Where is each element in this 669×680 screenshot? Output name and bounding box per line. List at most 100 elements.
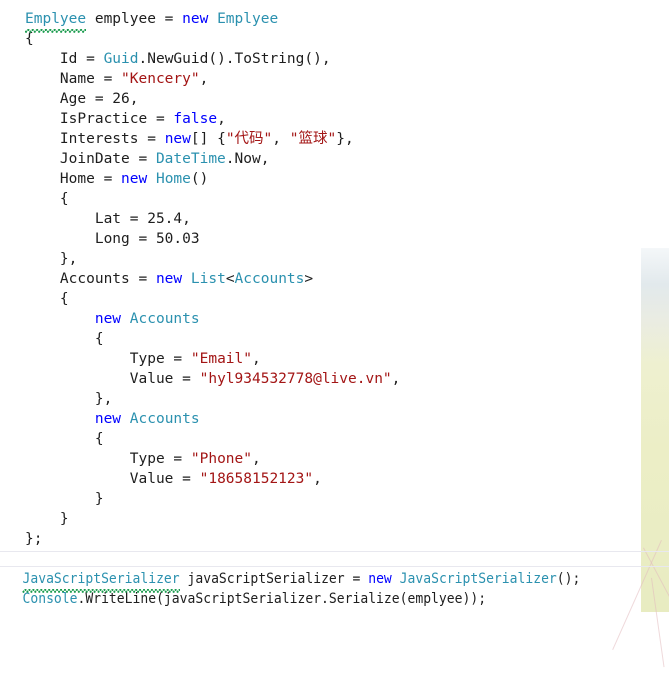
- code-token-plain: ,: [391, 371, 401, 387]
- code-token-kw: new: [182, 11, 209, 27]
- code-token-kw: new: [94, 311, 122, 327]
- code-token-plain: IsPractice =: [59, 111, 174, 127]
- code-token-plain: Type =: [129, 351, 191, 367]
- code-token-type: Guid: [103, 51, 139, 67]
- code-token-str: "代码": [225, 131, 273, 147]
- code-line[interactable]: JoinDate = DateTime.Now,: [0, 149, 669, 169]
- code-token-plain: ,: [251, 451, 261, 467]
- code-token-plain: JoinDate =: [59, 151, 156, 167]
- editor-region-separator-top: [0, 551, 669, 552]
- code-token-plain: Interests =: [59, 131, 165, 147]
- code-token-punc: },: [94, 391, 113, 407]
- code-token-plain: ();: [556, 571, 581, 587]
- code-token-type: Emplyee: [217, 11, 279, 27]
- code-token-plain: .WriteLine(javaScriptSerializer.Serializ…: [77, 591, 487, 607]
- code-line[interactable]: new Accounts: [0, 309, 669, 329]
- code-line[interactable]: }: [0, 509, 669, 529]
- code-line[interactable]: }: [0, 489, 669, 509]
- code-token-plain: ,: [313, 471, 322, 487]
- code-token-punc: {: [94, 431, 104, 447]
- code-token-plain: (): [190, 171, 209, 187]
- code-line[interactable]: Interests = new[] {"代码", "篮球"},: [0, 129, 669, 149]
- code-line[interactable]: {: [0, 329, 669, 349]
- code-line[interactable]: Age = 26,: [0, 89, 669, 109]
- code-line[interactable]: {: [0, 189, 669, 209]
- code-token-plain: Age = 26,: [59, 91, 139, 107]
- code-token-plain: Accounts =: [59, 271, 156, 287]
- code-line[interactable]: Long = 50.03: [0, 229, 669, 249]
- code-line[interactable]: IsPractice = false,: [0, 109, 669, 129]
- code-token-plain: Lat = 25.4,: [94, 211, 191, 227]
- code-line[interactable]: Home = new Home(): [0, 169, 669, 189]
- code-token-punc: };: [25, 531, 43, 547]
- code-line[interactable]: Name = "Kencery",: [0, 69, 669, 89]
- code-token-plain: Value =: [129, 371, 200, 387]
- code-line[interactable]: new Accounts: [0, 409, 669, 429]
- code-token-type: List: [190, 271, 226, 287]
- code-token-punc: }: [94, 491, 104, 507]
- code-line[interactable]: },: [0, 389, 669, 409]
- code-token-plain: Name =: [59, 71, 122, 87]
- code-line[interactable]: Id = Guid.NewGuid().ToString(),: [0, 49, 669, 69]
- code-token-str: "Email": [190, 351, 252, 367]
- code-token-plain: javaScriptSerializer =: [179, 571, 369, 587]
- code-token-plain: Home =: [59, 171, 122, 187]
- code-token-str: "Phone": [190, 451, 252, 467]
- code-token-punc: {: [59, 191, 69, 207]
- code-line[interactable]: Value = "hyl934532778@live.vn",: [0, 369, 669, 389]
- code-token-type: Accounts: [129, 411, 200, 427]
- code-line[interactable]: Accounts = new List<Accounts>: [0, 269, 669, 289]
- code-line[interactable]: };: [0, 529, 669, 549]
- editor-region-separator-bottom: [0, 566, 669, 567]
- code-token-type: Accounts: [129, 311, 200, 327]
- code-token-type: Home: [155, 171, 191, 187]
- code-line[interactable]: Lat = 25.4,: [0, 209, 669, 229]
- code-line[interactable]: {: [0, 429, 669, 449]
- code-token-kw: new: [94, 411, 122, 427]
- code-line[interactable]: Value = "18658152123",: [0, 469, 669, 489]
- code-line[interactable]: },: [0, 249, 669, 269]
- code-token-punc: {: [59, 291, 69, 307]
- code-line[interactable]: Emplyee emplyee = new Emplyee: [0, 9, 669, 29]
- code-token-punc: {: [25, 31, 34, 47]
- code-token-plain: ,: [199, 71, 209, 87]
- code-token-type: JavaScriptSerializer: [399, 571, 557, 587]
- code-line[interactable]: Type = "Phone",: [0, 449, 669, 469]
- code-token-plain: <: [225, 271, 235, 287]
- code-line[interactable]: {: [0, 29, 669, 49]
- code-line[interactable]: Console.WriteLine(javaScriptSerializer.S…: [0, 589, 602, 609]
- code-token-plain: emplyee =: [86, 11, 183, 27]
- code-token-str: "Kencery": [121, 71, 200, 87]
- code-line[interactable]: JavaScriptSerializer javaScriptSerialize…: [0, 569, 602, 589]
- code-token-type: DateTime: [155, 151, 226, 167]
- code-token-plain: ,: [251, 351, 261, 367]
- code-token-punc: {: [94, 331, 104, 347]
- code-block-footer[interactable]: JavaScriptSerializer javaScriptSerialize…: [0, 569, 669, 609]
- code-line[interactable]: Type = "Email",: [0, 349, 669, 369]
- code-editor[interactable]: Emplyee emplyee = new Emplyee { Id = Guid…: [0, 0, 669, 612]
- code-block-main[interactable]: Emplyee emplyee = new Emplyee { Id = Guid…: [0, 9, 669, 549]
- code-token-plain: Value =: [129, 471, 200, 487]
- code-token-kw: new: [368, 571, 392, 587]
- code-line[interactable]: {: [0, 289, 669, 309]
- code-token-plain: Long = 50.03: [94, 231, 200, 247]
